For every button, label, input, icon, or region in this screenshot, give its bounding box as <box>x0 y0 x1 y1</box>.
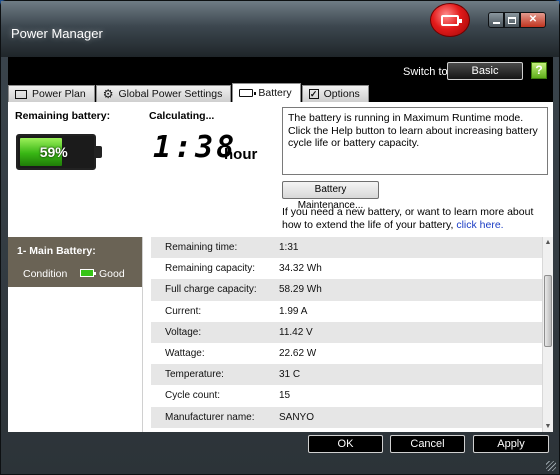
details-scrollbar[interactable]: ▲ ▼ <box>542 237 553 432</box>
table-row: Wattage: 22.62 W <box>151 343 542 364</box>
detail-value: 11.42 V <box>279 326 313 338</box>
table-row: Remaining capacity: 34.32 Wh <box>151 258 542 279</box>
detail-value: 1.99 A <box>279 305 308 317</box>
detail-key: Full charge capacity: <box>165 284 257 296</box>
battery-status-message: The battery is running in Maximum Runtim… <box>282 107 548 175</box>
switch-to-label: Switch to: <box>403 66 451 78</box>
table-row: Cycle count: 15 <box>151 385 542 406</box>
main-battery-title: 1- Main Battery: <box>17 245 96 257</box>
detail-key: Voltage: <box>165 326 202 338</box>
table-row: Remaining time: 1:31 <box>151 237 542 259</box>
click-here-link[interactable]: click here. <box>456 219 503 231</box>
ok-button[interactable]: OK <box>308 435 383 453</box>
power-plan-icon <box>15 89 27 99</box>
detail-key: Remaining time: <box>165 242 238 254</box>
battery-details-section: 1- Main Battery: Condition Good Remainin… <box>8 237 553 432</box>
detail-key: Manufacturer name: <box>165 411 255 423</box>
detail-value: SANYO <box>279 411 315 423</box>
calculating-label: Calculating... <box>149 110 215 122</box>
table-row: Full charge capacity: 58.29 Wh <box>151 279 542 301</box>
minimize-icon <box>492 21 500 24</box>
detail-key: Temperature: <box>165 369 224 381</box>
battery-level-gauge: 59% <box>16 134 102 170</box>
battery-details-table: Remaining time: 1:31 Remaining capacity:… <box>142 237 542 432</box>
detail-value: 1:31 <box>279 242 299 254</box>
app-logo-icon <box>430 3 470 37</box>
scroll-up-icon[interactable]: ▲ <box>543 237 553 248</box>
title-bar[interactable]: Power Manager ✕ <box>1 1 559 57</box>
tab-bar: Power Plan ⚙ Global Power Settings Batte… <box>8 83 370 102</box>
maximize-button[interactable] <box>504 12 520 28</box>
tab-power-plan[interactable]: Power Plan <box>8 85 95 102</box>
main-battery-item[interactable]: 1- Main Battery: Condition Good <box>8 237 142 287</box>
gear-icon: ⚙ <box>102 87 114 101</box>
apply-button[interactable]: Apply <box>473 435 549 453</box>
tab-label: Power Plan <box>32 88 86 100</box>
tab-options[interactable]: ✓ Options <box>301 85 369 102</box>
condition-value: Good <box>99 268 125 280</box>
battery-percent: 59% <box>39 144 68 160</box>
detail-value: 15 <box>279 390 291 402</box>
table-row: Temperature: 31 C <box>151 364 542 386</box>
window-title: Power Manager <box>11 26 103 41</box>
remaining-battery-label: Remaining battery: <box>15 110 111 122</box>
maximize-icon <box>508 16 516 24</box>
detail-value: 34.32 Wh <box>279 263 322 275</box>
power-manager-window: Power Manager ✕ Switch to: Basic ? Power… <box>0 0 560 475</box>
resize-grip-icon[interactable] <box>546 461 556 471</box>
window-controls: ✕ <box>488 12 546 28</box>
table-row: Voltage: 11.42 V <box>151 321 542 343</box>
battery-icon <box>239 89 257 97</box>
battery-panel: Remaining battery: 59% Calculating... 1:… <box>8 102 553 432</box>
help-icon[interactable]: ? <box>531 62 547 79</box>
detail-value: 58.29 Wh <box>279 284 322 296</box>
basic-mode-button[interactable]: Basic <box>447 62 523 80</box>
detail-key: Remaining capacity: <box>165 263 256 275</box>
scroll-down-icon[interactable]: ▼ <box>543 421 553 432</box>
main-content: Switch to: Basic ? Power Plan ⚙ Global P… <box>8 57 553 432</box>
checkbox-icon: ✓ <box>308 89 319 99</box>
scroll-thumb[interactable] <box>544 275 552 347</box>
detail-value: 31 C <box>279 369 301 381</box>
battery-condition-icon <box>80 269 96 277</box>
battery-list: 1- Main Battery: Condition Good <box>8 237 142 432</box>
tab-battery[interactable]: Battery <box>232 83 301 102</box>
cancel-button[interactable]: Cancel <box>390 435 465 453</box>
close-icon: ✕ <box>528 14 538 25</box>
minimize-button[interactable] <box>488 12 504 28</box>
tab-global-power-settings[interactable]: ⚙ Global Power Settings <box>95 85 232 102</box>
tab-label: Options <box>323 88 360 100</box>
detail-key: Wattage: <box>165 348 205 360</box>
detail-key: Current: <box>165 305 202 317</box>
condition-label: Condition <box>23 268 68 280</box>
new-battery-info: If you need a new battery, or want to le… <box>282 206 548 231</box>
detail-key: Cycle count: <box>165 390 221 402</box>
tab-label: Global Power Settings <box>118 88 223 100</box>
detail-value: 22.62 W <box>279 348 317 360</box>
remaining-time-unit: hour <box>224 146 258 163</box>
battery-maintenance-button[interactable]: Battery Maintenance... <box>282 181 379 211</box>
table-row: Current: 1.99 A <box>151 301 542 322</box>
table-row: Manufacturer name: SANYO <box>151 406 542 428</box>
close-button[interactable]: ✕ <box>520 12 546 28</box>
tab-label: Battery <box>258 87 292 99</box>
